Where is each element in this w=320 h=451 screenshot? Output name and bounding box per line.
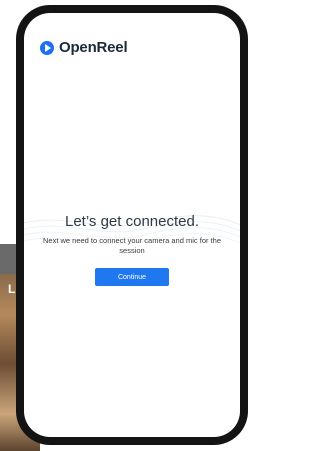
brand-name: OpenReel (59, 39, 128, 56)
play-circle-icon (40, 40, 54, 55)
connect-panel: Let’s get connected. Next we need to con… (24, 213, 240, 286)
continue-button[interactable]: Continue (95, 268, 169, 286)
page-title: Let’s get connected. (65, 213, 199, 230)
connect-description: Next we need to connect your camera and … (42, 236, 221, 255)
brand-logo: OpenReel (40, 39, 128, 56)
phone-frame: OpenReel Let’s get connected. Next we ne… (16, 5, 248, 445)
app-screen: OpenReel Let’s get connected. Next we ne… (24, 13, 240, 437)
